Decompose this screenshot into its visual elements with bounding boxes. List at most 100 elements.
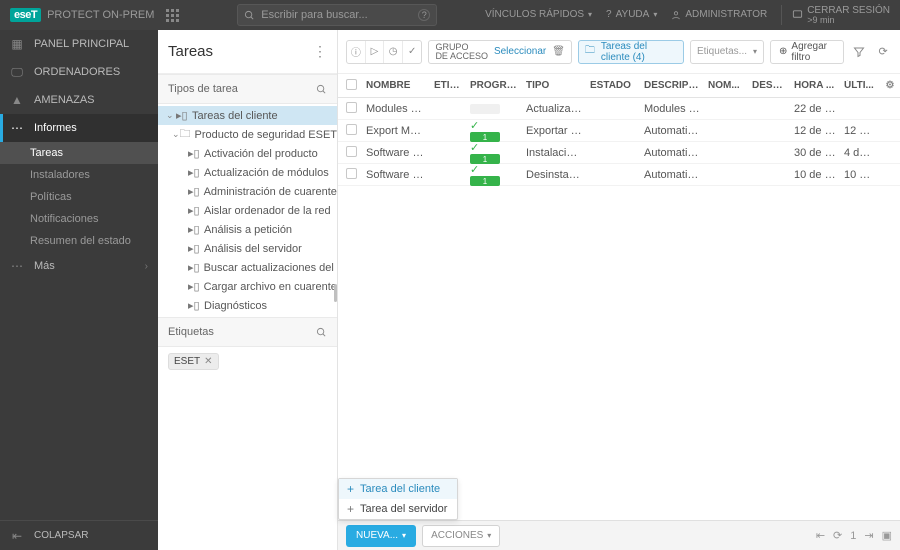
sidebar-item-installers[interactable]: Instaladores bbox=[0, 164, 158, 186]
monitor-icon: 🖵 bbox=[10, 65, 24, 80]
funnel-icon[interactable] bbox=[850, 40, 868, 64]
help-link[interactable]: ?AYUDA▾ bbox=[606, 9, 657, 20]
task-icon: ▸▯ bbox=[188, 223, 200, 236]
check-icon: ✓ bbox=[470, 142, 479, 154]
footer: NUEVA...▾ ACCIONES▾ ⇤ ⟳ 1 ⇥ ▣ bbox=[338, 520, 900, 550]
new-task-menu: +Tarea del cliente +Tarea del servidor bbox=[338, 478, 458, 520]
tree-item[interactable]: ▸▯Diagnósticos bbox=[158, 296, 337, 315]
first-page-icon[interactable]: ⇤ bbox=[816, 529, 825, 542]
dashboard-icon: ▦ bbox=[10, 37, 24, 51]
search-placeholder: Escribir para buscar... bbox=[261, 9, 367, 21]
menu-item-server-task[interactable]: +Tarea del servidor bbox=[339, 499, 457, 519]
task-icon: ▸▯ bbox=[188, 242, 200, 255]
check-icon[interactable]: ✓ bbox=[403, 41, 421, 63]
refresh-icon[interactable]: ⟳ bbox=[874, 40, 892, 64]
row-checkbox[interactable] bbox=[346, 102, 357, 113]
help-icon[interactable]: ? bbox=[418, 9, 430, 21]
folder-icon: ▸▯ bbox=[176, 109, 188, 122]
task-type-tree: ⌄▸▯Tareas del cliente ⌄🗀Producto de segu… bbox=[158, 104, 337, 317]
app-header: eseT PROTECT ON-PREM Escribir para busca… bbox=[0, 0, 900, 30]
sidebar-item-notifications[interactable]: Notificaciones bbox=[0, 208, 158, 230]
task-icon: ▸▯ bbox=[188, 261, 200, 274]
sidebar-item-computers[interactable]: 🖵ORDENADORES bbox=[0, 58, 158, 86]
task-icon: ▸▯ bbox=[188, 280, 200, 293]
row-checkbox[interactable] bbox=[346, 146, 357, 157]
access-group-chip[interactable]: GRUPO DE ACCESO Seleccionar 🗑 bbox=[428, 40, 571, 64]
tree-item[interactable]: ▸▯Análisis del servidor bbox=[158, 239, 337, 258]
task-icon: ▸▯ bbox=[188, 299, 200, 312]
menu-item-client-task[interactable]: +Tarea del cliente bbox=[339, 479, 457, 499]
sidebar-item-more[interactable]: ⋯Más› bbox=[0, 252, 158, 280]
row-checkbox[interactable] bbox=[346, 124, 357, 135]
product-name: PROTECT ON-PREM bbox=[47, 9, 154, 21]
task-icon: ▸▯ bbox=[188, 204, 200, 217]
tag-chip[interactable]: ESET✕ bbox=[168, 353, 219, 370]
info-icon[interactable]: ⓘ bbox=[347, 41, 366, 63]
row-checkbox[interactable] bbox=[346, 168, 357, 179]
sidebar-item-panel[interactable]: ▦PANEL PRINCIPAL bbox=[0, 30, 158, 58]
search-icon[interactable] bbox=[316, 327, 327, 338]
plus-icon: + bbox=[347, 502, 354, 516]
brand: eseT PROTECT ON-PREM bbox=[0, 8, 189, 22]
clock-icon[interactable]: ◷ bbox=[384, 41, 403, 63]
more-icon: ⋯ bbox=[10, 121, 24, 135]
logo: eseT bbox=[10, 8, 41, 22]
new-button[interactable]: NUEVA...▾ bbox=[346, 525, 416, 547]
table-row[interactable]: Modules U... Actualizació... Modules of … bbox=[338, 98, 900, 120]
check-icon: ✓ bbox=[470, 164, 479, 176]
tree-item[interactable]: ▸▯Análisis a petición bbox=[158, 220, 337, 239]
search-icon[interactable] bbox=[316, 84, 327, 95]
tree-item[interactable]: ▸▯Activación del producto bbox=[158, 144, 337, 163]
logout[interactable]: CERRAR SESIÓN>9 min bbox=[781, 5, 890, 26]
expand-icon[interactable]: ▣ bbox=[882, 529, 892, 542]
main-area: ⓘ ▷ ◷ ✓ GRUPO DE ACCESO Seleccionar 🗑 🗀T… bbox=[338, 30, 900, 550]
play-icon[interactable]: ▷ bbox=[366, 41, 385, 63]
chevron-down-icon: ▾ bbox=[653, 10, 657, 19]
tree-title: Tareas⋮ bbox=[158, 30, 337, 74]
quick-links[interactable]: VÍNCULOS RÁPIDOS▾ bbox=[485, 9, 592, 20]
sidebar-item-status[interactable]: Resumen del estado bbox=[0, 230, 158, 252]
tree-item[interactable]: ▸▯Administración de cuarentena bbox=[158, 182, 337, 201]
chevron-down-icon: ▾ bbox=[487, 531, 491, 540]
sidebar-item-threats[interactable]: ▲AMENAZAS bbox=[0, 86, 158, 114]
user-menu[interactable]: ADMINISTRATOR bbox=[671, 9, 767, 20]
tree-item[interactable]: ▸▯Cargar archivo en cuarentena bbox=[158, 277, 337, 296]
tree-panel: Tareas⋮ Tipos de tarea ⌄▸▯Tareas del cli… bbox=[158, 30, 338, 550]
more-icon[interactable]: ⋮ bbox=[313, 43, 327, 60]
sidebar-item-tasks[interactable]: Tareas bbox=[0, 142, 158, 164]
gear-icon[interactable]: ⚙ bbox=[880, 80, 900, 91]
last-page-icon[interactable]: ⇥ bbox=[864, 529, 873, 542]
chevron-down-icon: ▾ bbox=[402, 531, 406, 540]
refresh-footer-icon[interactable]: ⟳ bbox=[833, 529, 842, 542]
tree-item[interactable]: ▸▯Actualización de módulos bbox=[158, 163, 337, 182]
select-all-checkbox[interactable] bbox=[346, 79, 357, 90]
tree-item-eset-product[interactable]: ⌄🗀Producto de seguridad ESET bbox=[158, 125, 337, 144]
scrollbar[interactable] bbox=[334, 284, 337, 302]
warning-icon: ▲ bbox=[10, 93, 24, 107]
table-row[interactable]: Export Man... ✓ 1 Exportar con... Automa… bbox=[338, 120, 900, 142]
check-icon: ✓ bbox=[470, 120, 479, 132]
chevron-down-icon: ⌄ bbox=[166, 110, 176, 121]
collapse-button[interactable]: ⇤COLAPSAR bbox=[0, 520, 158, 550]
collapse-icon: ⇤ bbox=[10, 529, 24, 543]
chevron-right-icon: › bbox=[145, 261, 148, 272]
close-icon: ✕ bbox=[204, 356, 212, 367]
tree-item[interactable]: ▸▯Aislar ordenador de la red bbox=[158, 201, 337, 220]
table-header: NOMBRE ETIQ... PROGRESO TIPO ESTADO DESC… bbox=[338, 74, 900, 98]
sidebar-group-active[interactable]: ⋯Informes bbox=[0, 114, 158, 142]
trash-icon: 🗑 bbox=[552, 46, 565, 57]
filter-chip-tasks[interactable]: 🗀Tareas del cliente (4) bbox=[578, 40, 684, 64]
task-icon: ▸▯ bbox=[188, 185, 200, 198]
apps-grid-icon[interactable] bbox=[166, 9, 179, 22]
search-input[interactable]: Escribir para buscar... ? bbox=[237, 4, 437, 26]
add-filter-button[interactable]: ⊕Agregar filtro bbox=[770, 40, 844, 64]
sidebar-item-policies[interactable]: Políticas bbox=[0, 186, 158, 208]
tree-item-client-tasks[interactable]: ⌄▸▯Tareas del cliente bbox=[158, 106, 337, 125]
tree-item[interactable]: ▸▯Buscar actualizaciones del producto bbox=[158, 258, 337, 277]
table-row[interactable]: Software U... ✓ 1 Desinstalació... Autom… bbox=[338, 164, 900, 186]
table-row[interactable]: Software In... ✓ 1 Instalación d... Auto… bbox=[338, 142, 900, 164]
filter-chip-tags[interactable]: Etiquetas...▾ bbox=[690, 40, 764, 64]
folder-icon: 🗀 bbox=[180, 125, 191, 144]
task-icon: ▸▯ bbox=[188, 147, 200, 160]
actions-button[interactable]: ACCIONES▾ bbox=[422, 525, 500, 547]
